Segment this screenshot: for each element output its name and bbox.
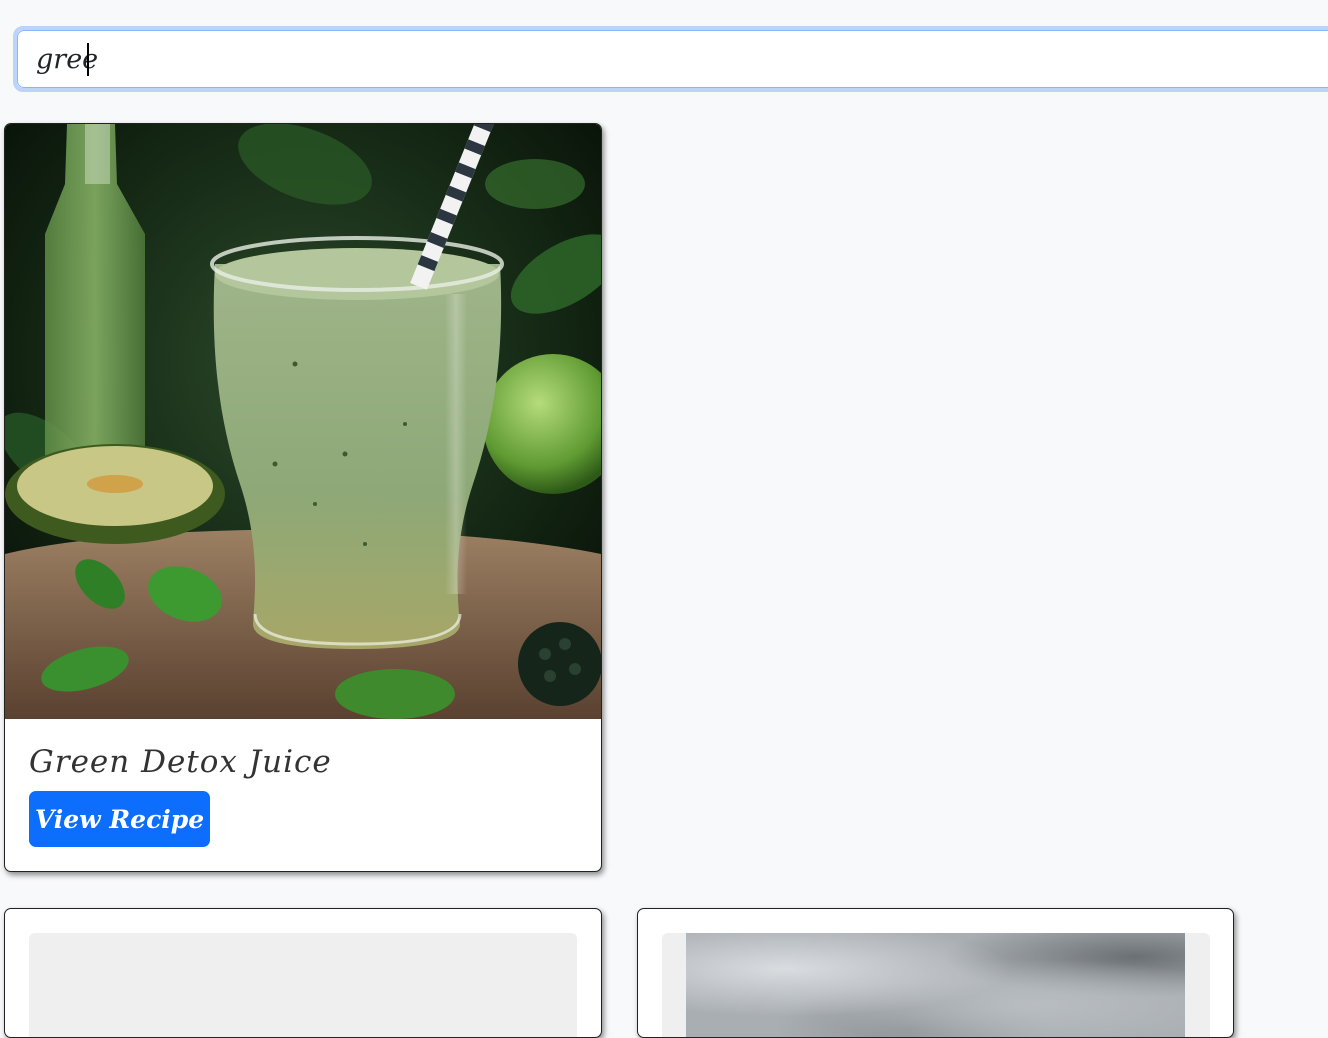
recipe-image [5,124,601,719]
card-body: Green Detox Juice View Recipe [29,736,581,847]
recipe-card: Green Detox Juice View Recipe [4,123,602,872]
recipe-image-placeholder [29,933,577,1037]
recipe-title: Green Detox Juice [29,744,332,780]
view-recipe-button[interactable]: View Recipe [29,791,210,847]
recipe-card [637,908,1234,1038]
recipe-card [4,908,602,1038]
search-input[interactable] [17,30,1328,88]
text-caret [87,43,89,76]
recipe-image [686,933,1185,1037]
search-field-wrapper [13,26,1328,92]
